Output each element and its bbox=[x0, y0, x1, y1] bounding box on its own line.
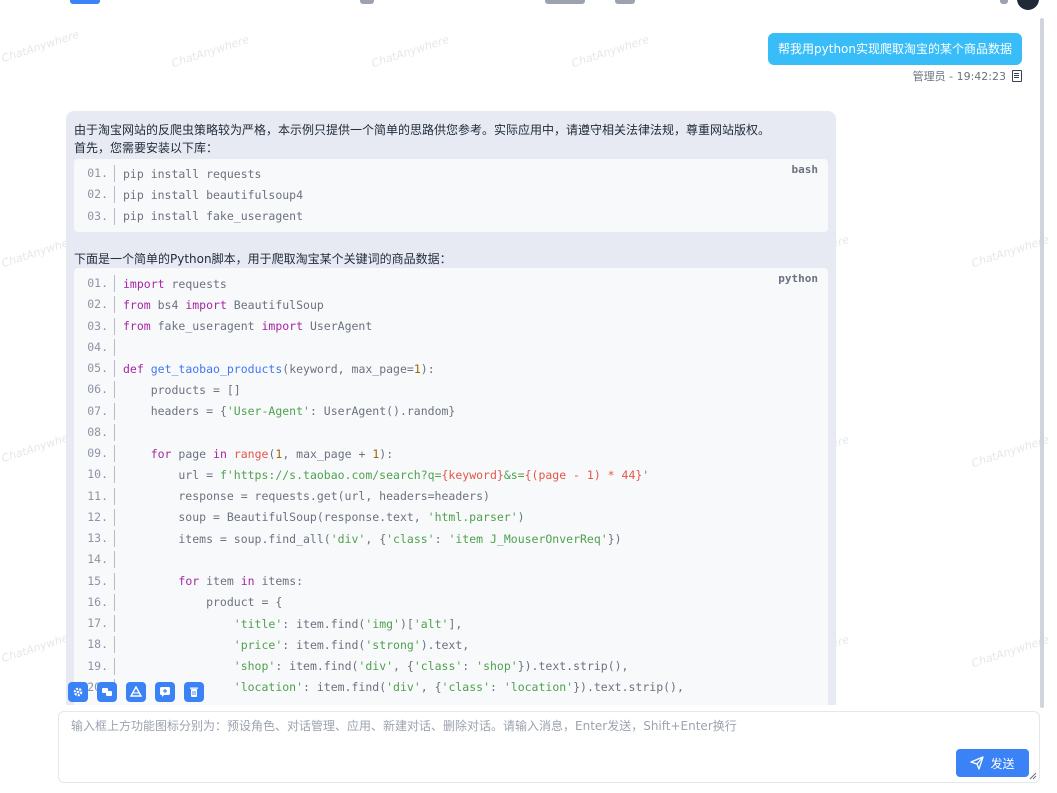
user-message-bubble: 帮我用python实现爬取淘宝的某个商品数据 bbox=[768, 33, 1022, 65]
line-number: 15. bbox=[74, 572, 115, 590]
bash-code-block: bash 01. pip install requests 02. pip inst… bbox=[74, 159, 828, 232]
line-number: 14. bbox=[74, 551, 115, 569]
code-line: 18. 'price': item.find('strong').text, bbox=[74, 634, 828, 655]
line-number: 11. bbox=[74, 487, 115, 505]
code-line: 01. import requests bbox=[74, 273, 828, 294]
line-number: 08. bbox=[74, 423, 115, 441]
code-language-label: python bbox=[778, 272, 818, 285]
code-text: pip install fake_useragent bbox=[123, 209, 304, 224]
line-number: 16. bbox=[74, 593, 115, 611]
code-line: 10. url = f'https://s.taobao.com/search?… bbox=[74, 464, 828, 485]
message-input[interactable] bbox=[69, 718, 973, 734]
send-icon bbox=[970, 756, 985, 770]
assistant-middle-text: 下面是一个简单的Python脚本，用于爬取淘宝某个关键词的商品数据： bbox=[74, 252, 452, 266]
apps-button[interactable] bbox=[126, 682, 146, 702]
input-toolbar bbox=[68, 682, 204, 702]
line-number: 01. bbox=[74, 165, 115, 183]
assistant-message-bubble: 由于淘宝网站的反爬虫策略较为严格，本示例只提供一个简单的思路供您参考。实际应用中… bbox=[66, 111, 836, 705]
user-message-meta: 管理员 - 19:42:23 bbox=[913, 68, 1022, 84]
code-line: 03. from fake_useragent import UserAgent bbox=[74, 316, 828, 337]
line-number: 12. bbox=[74, 508, 115, 526]
code-language-label: bash bbox=[791, 163, 819, 176]
code-line: 11. response = requests.get(url, headers… bbox=[74, 486, 828, 507]
chat-area[interactable]: 帮我用python实现爬取淘宝的某个商品数据 管理员 - 19:42:23 由于… bbox=[0, 0, 1040, 705]
line-number: 05. bbox=[74, 360, 115, 378]
code-line: 01. pip install requests bbox=[74, 163, 828, 184]
code-text: pip install beautifulsoup4 bbox=[123, 187, 304, 202]
chat-scrollbar[interactable] bbox=[1040, 18, 1044, 708]
trash-icon bbox=[190, 687, 198, 697]
code-line: 06. products = [] bbox=[74, 379, 828, 400]
code-line: 02. pip install beautifulsoup4 bbox=[74, 184, 828, 205]
line-number: 19. bbox=[74, 657, 115, 675]
conversation-manage-button[interactable] bbox=[97, 682, 117, 702]
line-number: 02. bbox=[74, 296, 115, 314]
code-line: 04. bbox=[74, 337, 828, 358]
line-number: 09. bbox=[74, 445, 115, 463]
assistant-intro-line1: 由于淘宝网站的反爬虫策略较为严格，本示例只提供一个简单的思路供您参考。实际应用中… bbox=[74, 123, 771, 137]
code-text: pip install requests bbox=[123, 166, 262, 181]
line-number: 17. bbox=[74, 615, 115, 633]
send-button-label: 发送 bbox=[990, 756, 1015, 771]
line-number: 02. bbox=[74, 186, 115, 204]
line-number: 06. bbox=[74, 381, 115, 399]
code-line: 09. for page in range(1, max_page + 1): bbox=[74, 443, 828, 464]
new-conversation-button[interactable] bbox=[155, 682, 175, 702]
code-line: 19. 'shop': item.find('div', {'class': '… bbox=[74, 656, 828, 677]
copy-icon[interactable] bbox=[1012, 70, 1022, 82]
code-line: 08. bbox=[74, 422, 828, 443]
app-icon bbox=[130, 686, 142, 697]
chat-bubbles-icon bbox=[102, 688, 112, 696]
code-line: 14. bbox=[74, 549, 828, 570]
line-number: 13. bbox=[74, 530, 115, 548]
gear-icon bbox=[73, 687, 83, 697]
code-line: 12. soup = BeautifulSoup(response.text, … bbox=[74, 507, 828, 528]
code-line: 17. 'title': item.find('img')['alt'], bbox=[74, 613, 828, 634]
line-number: 07. bbox=[74, 402, 115, 420]
resize-handle-icon[interactable] bbox=[1029, 772, 1037, 780]
line-number: 18. bbox=[74, 636, 115, 654]
send-button[interactable]: 发送 bbox=[956, 749, 1029, 777]
code-line: 02. from bs4 import BeautifulSoup bbox=[74, 294, 828, 315]
new-chat-icon bbox=[160, 687, 170, 697]
code-line: 07. headers = {'User-Agent': UserAgent()… bbox=[74, 401, 828, 422]
message-input-box: 发送 bbox=[58, 711, 1040, 783]
line-number: 03. bbox=[74, 207, 115, 225]
line-number: 01. bbox=[74, 275, 115, 293]
code-line: 13. items = soup.find_all('div', {'class… bbox=[74, 528, 828, 549]
preset-role-button[interactable] bbox=[68, 682, 88, 702]
line-number: 10. bbox=[74, 466, 115, 484]
code-line: 05. def get_taobao_products(keyword, max_… bbox=[74, 358, 828, 379]
message-timestamp: 管理员 - 19:42:23 bbox=[912, 70, 1006, 83]
line-number: 03. bbox=[74, 317, 115, 335]
code-line: 03. pip install fake_useragent bbox=[74, 206, 828, 227]
code-line: 16. product = { bbox=[74, 592, 828, 613]
delete-conversation-button[interactable] bbox=[184, 682, 204, 702]
assistant-intro-line2: 首先，您需要安装以下库： bbox=[74, 141, 219, 155]
code-line: 15. for item in items: bbox=[74, 571, 828, 592]
python-code-block: python 01. import requests 02. from bs4 im… bbox=[74, 268, 828, 705]
line-number: 04. bbox=[74, 338, 115, 356]
